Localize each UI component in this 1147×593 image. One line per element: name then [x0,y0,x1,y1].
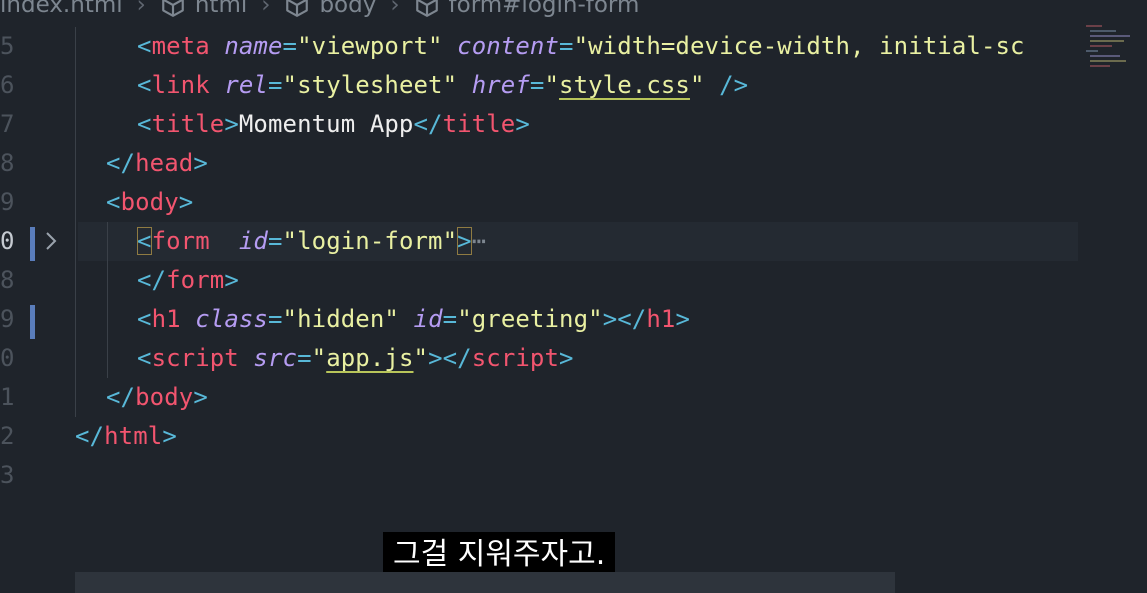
line-number: 9 [0,188,15,216]
breadcrumb-item-body[interactable]: body [284,0,376,18]
code-line-current: 0 <form id="login-form">⋯ [0,222,1147,261]
bracket-match: > [457,227,472,255]
breadcrumb-label: index.html [0,0,123,18]
attribute-name: id [413,305,443,333]
line-number: 3 [0,461,15,489]
breadcrumb-item-html[interactable]: html [160,0,247,18]
bracket-match: < [137,227,152,255]
attribute-value: "login-form" [282,227,458,255]
line-number: 6 [0,71,15,99]
cube-icon [415,0,438,17]
breadcrumb-label: form#login-form [448,0,640,18]
code-text: </head> [106,149,208,177]
line-number: 2 [0,422,15,450]
tag-name: body [120,188,179,216]
attribute-value: "greeting" [457,305,603,333]
line-number: 7 [0,110,15,138]
attribute-name: src [253,344,298,372]
attribute-name: content [457,32,560,60]
code-text: </html> [75,422,177,450]
code-line: 9 <body> [0,183,1147,222]
code-line: 0 <script src="app.js"></script> [0,339,1147,378]
cube-icon [162,0,184,17]
attribute-name: href [471,71,530,99]
tag-name: title [442,110,516,138]
code-text: <body> [106,188,194,216]
breadcrumb-separator-icon: › [261,0,271,18]
line-number: 8 [0,266,15,294]
tag-name: h1 [646,305,676,333]
breadcrumb-item-form[interactable]: form#login-form [414,0,640,18]
line-number: 1 [0,383,15,411]
code-line: 1 </body> [0,378,1147,417]
folded-region-ellipsis[interactable]: ⋯ [472,227,487,255]
code-text: </body> [106,383,208,411]
code-line: 7 <title>Momentum App</title> [0,105,1147,144]
attribute-name: rel [224,71,268,99]
file-link[interactable]: app.js [326,344,413,372]
attribute-value: "hidden" [282,305,399,333]
line-number: 0 [0,227,15,255]
attribute-name: id [238,227,268,255]
code-line: 2 </html> [0,417,1147,456]
code-editor[interactable]: 5 <meta name="viewport" content="width=d… [0,27,1147,495]
tag-name: script [151,344,239,372]
file-link[interactable]: style.css [559,71,690,99]
breadcrumb-item-file[interactable]: index.html [0,0,123,18]
code-line: 8 </form> [0,261,1147,300]
code-text: <title>Momentum App</title> [137,110,530,138]
attribute-value: "stylesheet" [282,71,458,99]
tag-name: title [151,110,225,138]
code-text: <meta name="viewport" content="width=dev… [137,32,1025,60]
tag-name: link [151,71,210,99]
line-number: 8 [0,149,15,177]
code-text: <h1 class="hidden" id="greeting"></h1> [137,305,691,333]
code-line: 6 <link rel="stylesheet" href="style.css… [0,66,1147,105]
breadcrumb-label: html [194,0,248,18]
breadcrumb: index.html › html › body › form#login-fo… [0,0,639,20]
attribute-name: name [224,32,283,60]
tag-name: h1 [151,305,181,333]
tag-name: body [135,383,194,411]
code-text: <link rel="stylesheet" href="style.css" … [137,71,749,99]
breadcrumb-separator-icon: › [136,0,146,18]
code-line: 3 [0,456,1147,495]
code-line: 9 <h1 class="hidden" id="greeting"></h1> [0,300,1147,339]
line-number: 5 [0,32,15,60]
horizontal-scrollbar[interactable] [75,572,895,593]
tag-name: meta [151,32,210,60]
tag-name: head [135,149,194,177]
attribute-name: class [195,305,268,333]
cube-icon [286,0,309,17]
breadcrumb-label: body [319,0,377,18]
code-line: 8 </head> [0,144,1147,183]
attribute-value: "viewport" [297,32,443,60]
line-number: 9 [0,305,15,333]
tag-name: form [151,227,210,255]
tag-name: script [471,344,560,372]
tag-name: form [166,266,225,294]
code-text: </form> [137,266,239,294]
breadcrumb-separator-icon: › [390,0,400,18]
tag-name: html [104,422,163,450]
code-text: <form id="login-form">⋯ [137,227,487,255]
attribute-value: "width=device-width, initial-sc [573,32,1025,60]
element-text: Momentum App [238,110,414,138]
code-line: 5 <meta name="viewport" content="width=d… [0,27,1147,66]
code-text: <script src="app.js"></script> [137,344,574,372]
line-number: 0 [0,344,15,372]
